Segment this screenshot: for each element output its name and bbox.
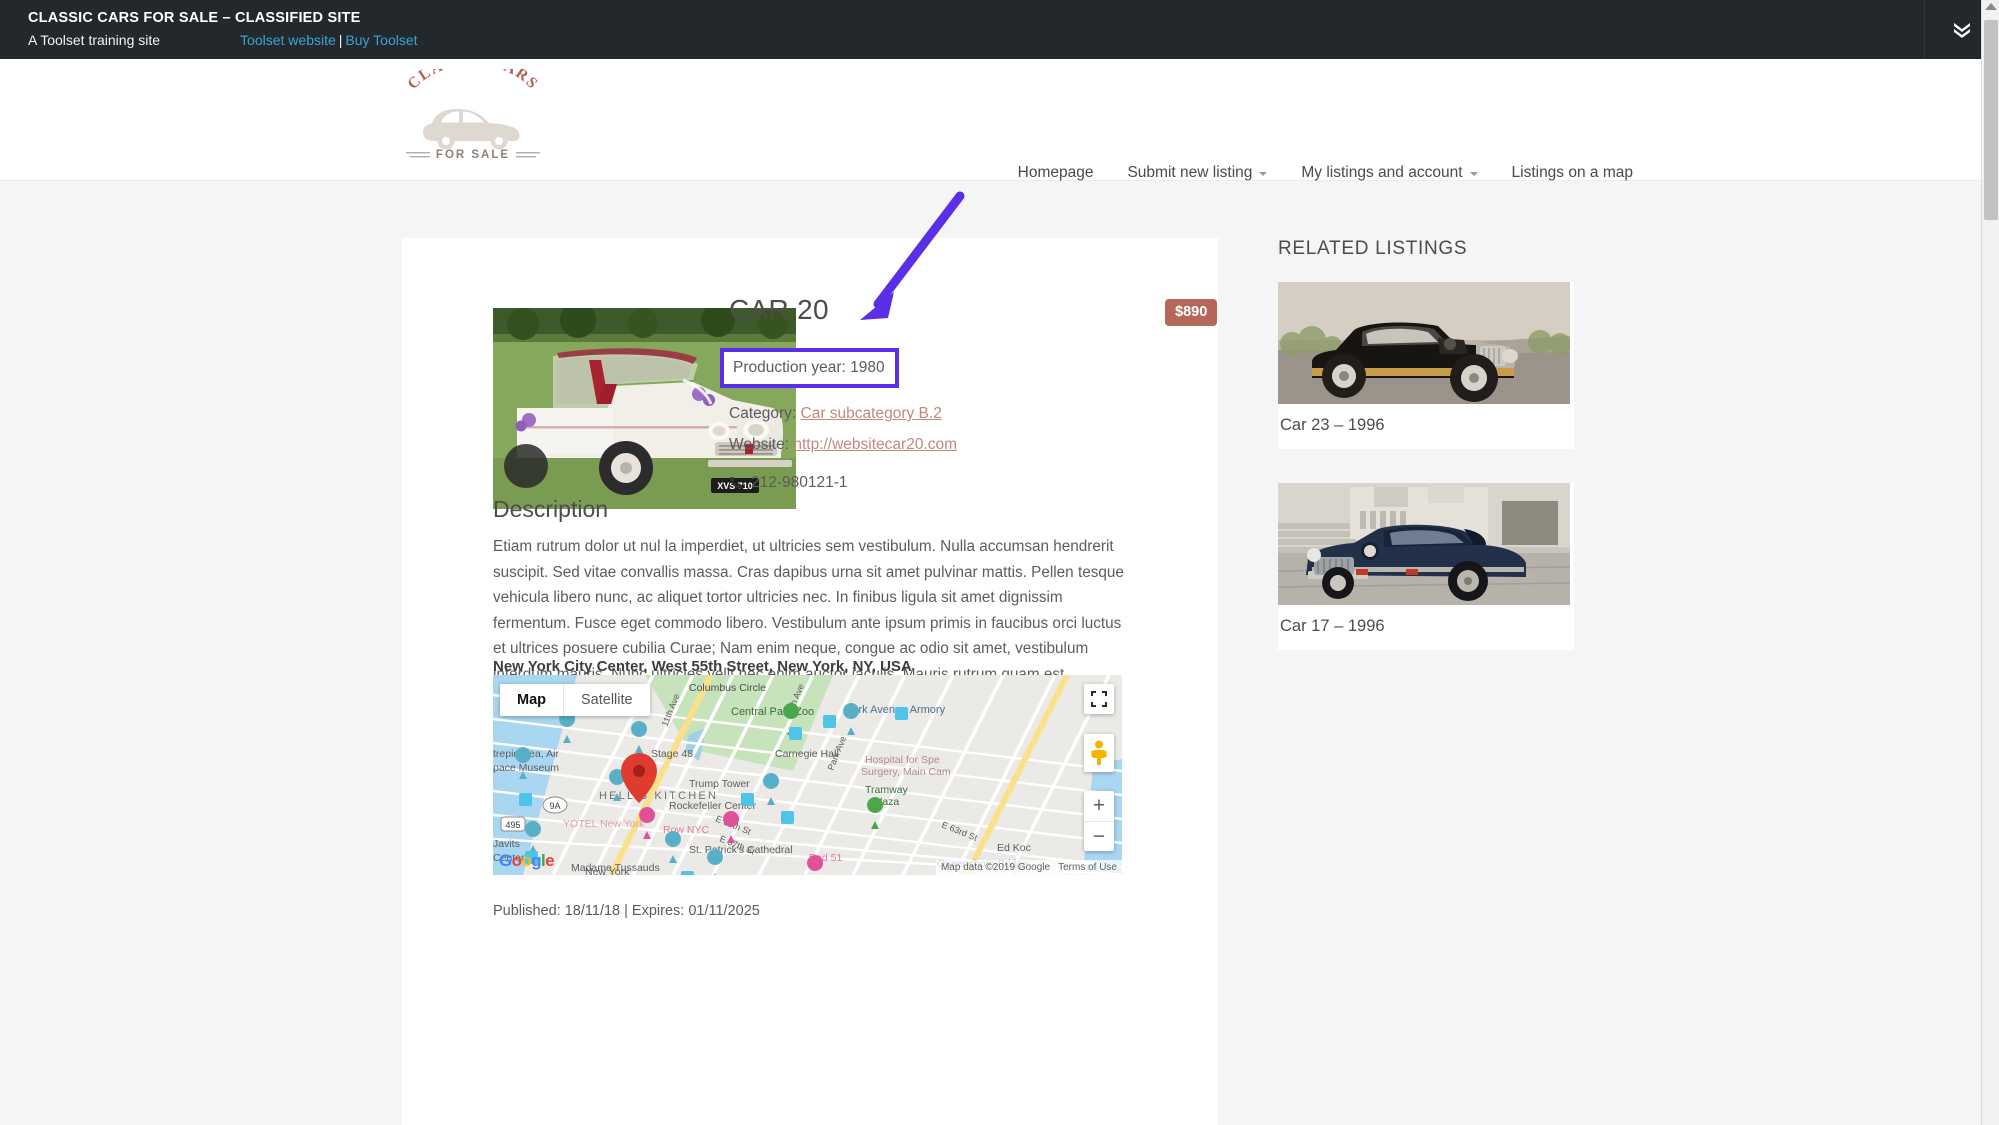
svg-text:Surgery, Main Cam: Surgery, Main Cam xyxy=(861,766,951,778)
site-tagline: A Toolset training site xyxy=(28,31,160,49)
svg-text:Columbus Circle: Columbus Circle xyxy=(689,682,766,694)
svg-text:Ed Koc: Ed Koc xyxy=(997,842,1031,854)
nav-item-submit-new-listing[interactable]: Submit new listing xyxy=(1127,164,1267,182)
chevron-down-icon xyxy=(1259,172,1267,176)
double-chevron-down-icon xyxy=(1951,20,1973,40)
logo-forsale-row: FOR SALE xyxy=(406,149,540,161)
chevron-down-icon xyxy=(1470,172,1478,176)
related-listings-heading: RELATED LISTINGS xyxy=(1278,238,1574,260)
fullscreen-icon xyxy=(1091,691,1107,707)
svg-text:Stage 48: Stage 48 xyxy=(651,748,693,760)
site-logo[interactable]: CLASSIC CARS FOR SALE xyxy=(398,69,548,173)
page-root: CLASSIC CARS FOR SALE – CLASSIFIED SITE … xyxy=(0,0,1999,1125)
link-separator: | xyxy=(336,32,346,48)
nav-item-my-listings-and-account[interactable]: My listings and account xyxy=(1301,164,1477,182)
phone-number: 212-980121-1 xyxy=(751,467,848,498)
website-label: Website: xyxy=(729,436,789,453)
phone-icon xyxy=(729,476,743,490)
street-view-pegman-icon xyxy=(1090,740,1108,766)
phone-row: 212-980121-1 xyxy=(729,467,1149,498)
production-year-row: Production year: 1980 xyxy=(720,348,899,388)
buy-toolset-link[interactable]: Buy Toolset xyxy=(345,32,417,48)
related-listings-panel: RELATED LISTINGS xyxy=(1278,238,1574,684)
related-listing-label[interactable]: Car 23 – 1996 xyxy=(1278,404,1574,449)
site-header: CLASSIC CARS FOR SALE xyxy=(0,59,1981,181)
map-type-satellite-button[interactable]: Satellite xyxy=(563,684,650,716)
map-attribution: Map data ©2019 Google Terms of Use xyxy=(936,860,1122,875)
nav-label: Submit new listing xyxy=(1127,164,1252,182)
map-type-map-button[interactable]: Map xyxy=(500,684,563,716)
logo-forsale-text: FOR SALE xyxy=(436,149,510,161)
published-expires-text: Published: 18/11/18 | Expires: 01/11/202… xyxy=(493,903,760,919)
logo-left-rule-icon xyxy=(406,150,430,160)
svg-text:CLASSIC CARS: CLASSIC CARS xyxy=(404,69,541,93)
svg-text:pace Museum: pace Museum xyxy=(493,762,559,774)
map-fullscreen-button[interactable] xyxy=(1084,684,1114,714)
black-gold-hot-rod-coupe-photo xyxy=(1278,282,1570,404)
dark-blue-mgb-convertible-photo xyxy=(1278,483,1570,605)
admin-bar-links: Toolset website|Buy Toolset xyxy=(240,31,417,49)
listing-title: CAR 20 xyxy=(729,294,829,326)
map-terms-link[interactable]: Terms of Use xyxy=(1058,862,1117,873)
svg-text:Tramway: Tramway xyxy=(865,784,909,796)
map-zoom-out-button[interactable]: − xyxy=(1084,821,1114,851)
map-type-control: Map Satellite xyxy=(500,684,650,716)
price-badge: $890 xyxy=(1165,299,1217,326)
related-listing-label[interactable]: Car 17 – 1996 xyxy=(1278,605,1574,650)
svg-text:YOTEL New York: YOTEL New York xyxy=(563,818,645,830)
category-label: Category: xyxy=(729,405,796,422)
toolset-website-link[interactable]: Toolset website xyxy=(240,32,336,48)
scrollbar-thumb[interactable] xyxy=(1984,20,1998,220)
related-listing-card[interactable]: Car 17 – 1996 xyxy=(1278,483,1574,650)
website-row: Website: http://websitecar20.com xyxy=(729,429,1149,460)
site-title: CLASSIC CARS FOR SALE – CLASSIFIED SITE xyxy=(28,9,1924,27)
map-zoom-control: + − xyxy=(1084,791,1114,851)
svg-text:Trump Tower: Trump Tower xyxy=(689,778,750,790)
admin-bar-left: CLASSIC CARS FOR SALE – CLASSIFIED SITE … xyxy=(0,0,1924,59)
related-listing-card[interactable]: Car 23 – 1996 xyxy=(1278,282,1574,449)
scrollbar-up-arrow-icon[interactable] xyxy=(1985,3,1997,10)
listing-card: XVS 710 CAR 20 $890 Production xyxy=(402,238,1218,1125)
logo-right-rule-icon xyxy=(516,150,540,160)
related-listing-thumbnail[interactable] xyxy=(1278,282,1570,404)
related-listing-thumbnail[interactable] xyxy=(1278,483,1570,605)
map-street-view-button[interactable] xyxy=(1084,734,1114,772)
production-year-text: Production year: 1980 xyxy=(733,359,885,376)
nav-label: Homepage xyxy=(1018,164,1094,182)
map-zoom-in-button[interactable]: + xyxy=(1084,791,1114,821)
nav-item-listings-on-a-map[interactable]: Listings on a map xyxy=(1512,164,1634,182)
map-data-attribution: Map data ©2019 Google xyxy=(941,862,1050,873)
svg-text:New York: New York xyxy=(585,866,630,875)
location-map[interactable]: Columbus Circle Central Park Zoo Park Av… xyxy=(493,675,1122,875)
listing-address: New York City Center, West 55th Street, … xyxy=(493,658,912,675)
nav-label: My listings and account xyxy=(1301,164,1462,182)
svg-text:495: 495 xyxy=(505,820,520,830)
page-scrollbar[interactable] xyxy=(1981,0,1999,1125)
main-navigation: Homepage Submit new listing My listings … xyxy=(1018,164,1633,182)
category-row: Category: Car subcategory B.2 xyxy=(729,398,1149,429)
admin-bar: CLASSIC CARS FOR SALE – CLASSIFIED SITE … xyxy=(0,0,1999,59)
svg-text:Central Park Zoo: Central Park Zoo xyxy=(731,706,814,718)
nav-item-homepage[interactable]: Homepage xyxy=(1018,164,1094,182)
admin-bar-subrow: A Toolset training site Toolset website|… xyxy=(28,31,1924,49)
website-value-link[interactable]: http://websitecar20.com xyxy=(793,436,957,453)
svg-text:9A: 9A xyxy=(549,801,560,811)
svg-text:Hospital for Spe: Hospital for Spe xyxy=(865,754,940,766)
category-value-link[interactable]: Car subcategory B.2 xyxy=(801,405,942,422)
logo-car-icon xyxy=(419,105,527,151)
google-logo: Google xyxy=(499,851,554,871)
svg-text:Javits: Javits xyxy=(493,838,520,850)
nav-label: Listings on a map xyxy=(1512,164,1634,182)
description-heading: Description xyxy=(493,496,608,523)
listing-meta: Production year: 1980 Category: Car subc… xyxy=(729,348,1149,498)
